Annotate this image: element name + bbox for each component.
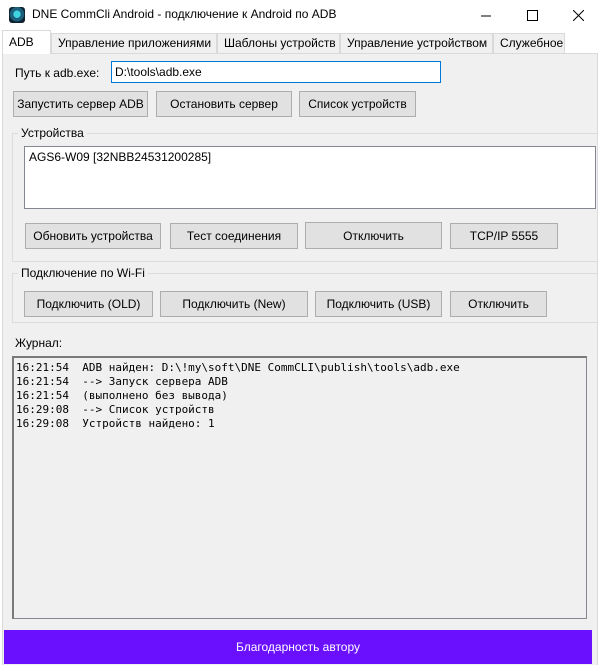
log-textbox[interactable]: 16:21:54 ADB найден: D:\!my\soft\DNE Com… — [12, 356, 587, 619]
log-line: 16:21:54 --> Запуск сервера ADB — [16, 375, 228, 388]
tab-device-templates[interactable]: Шаблоны устройств — [217, 33, 340, 53]
thanks-author-button[interactable]: Благодарность автору — [4, 630, 592, 664]
connect-new-button[interactable]: Подключить (New) — [160, 291, 308, 317]
tab-service[interactable]: Служебное — [493, 33, 565, 53]
adb-path-input[interactable] — [111, 61, 441, 83]
title-bar: DNE CommCli Android - подключение к Andr… — [0, 0, 601, 30]
maximize-icon — [526, 9, 538, 21]
start-server-button[interactable]: Запустить сервер ADB — [13, 91, 148, 117]
disconnect-device-button[interactable]: Отключить — [305, 222, 442, 249]
log-line: 16:29:08 Устройств найдено: 1 — [16, 417, 215, 430]
log-line: 16:29:08 --> Список устройств — [16, 403, 215, 416]
log-line: 16:21:54 ADB найден: D:\!my\soft\DNE Com… — [16, 361, 460, 374]
tab-adb[interactable]: ADB — [2, 30, 51, 54]
tab-app-management[interactable]: Управление приложениями — [51, 33, 217, 53]
window-title: DNE CommCli Android - подключение к Andr… — [32, 7, 337, 21]
wifi-group-label: Подключение по Wi-Fi — [18, 266, 148, 280]
connect-usb-button[interactable]: Подключить (USB) — [315, 291, 442, 317]
minimize-icon — [480, 15, 491, 16]
log-label: Журнал: — [15, 336, 63, 350]
minimize-button[interactable] — [463, 0, 509, 30]
list-devices-button[interactable]: Список устройств — [299, 91, 416, 117]
stop-server-button[interactable]: Остановить сервер — [156, 91, 292, 117]
close-button[interactable] — [555, 0, 601, 30]
device-list[interactable]: AGS6-W09 [32NBB24531200285] — [24, 146, 596, 209]
device-list-item[interactable]: AGS6-W09 [32NBB24531200285] — [29, 150, 591, 164]
connect-old-button[interactable]: Подключить (OLD) — [24, 291, 153, 317]
log-line: 16:21:54 (выполнено без вывода) — [16, 389, 228, 402]
wifi-disconnect-button[interactable]: Отключить — [450, 291, 547, 317]
window-bottom-edge — [0, 665, 601, 671]
adb-path-label: Путь к adb.exe: — [15, 66, 100, 80]
tab-strip: ADB Управление приложениями Шаблоны устр… — [0, 30, 601, 54]
devices-group-label: Устройства — [18, 126, 87, 140]
maximize-button[interactable] — [509, 0, 555, 30]
app-icon — [9, 7, 25, 23]
refresh-devices-button[interactable]: Обновить устройства — [25, 223, 161, 249]
close-icon — [572, 9, 584, 21]
test-connection-button[interactable]: Тест соединения — [170, 223, 298, 249]
tab-device-management[interactable]: Управление устройством — [340, 33, 493, 53]
tcpip-5555-button[interactable]: TCP/IP 5555 — [450, 223, 558, 249]
